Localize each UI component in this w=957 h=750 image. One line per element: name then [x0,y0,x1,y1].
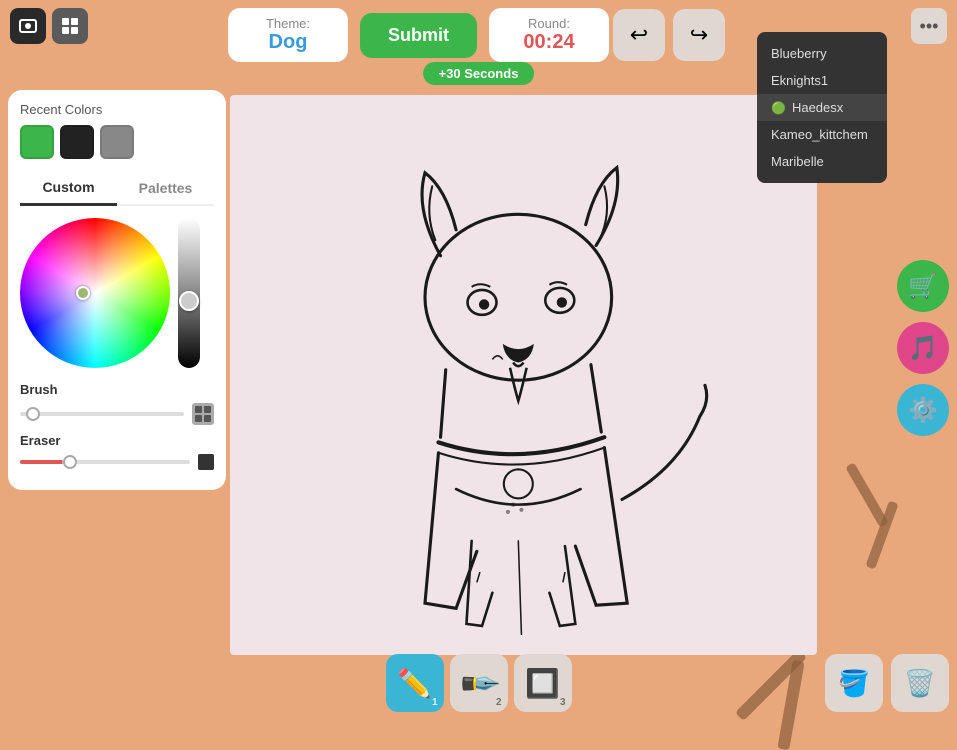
tool-number-1: 1 [432,697,438,708]
eraser-label: Eraser [20,433,214,448]
player-name: Kameo_kittchem [771,127,868,142]
round-value: 00:24 [509,31,589,54]
tab-custom[interactable]: Custom [20,171,117,206]
round-label: Round: [509,16,589,31]
tab-palettes[interactable]: Palettes [117,171,214,204]
player-name: Haedesx [792,100,843,115]
pen-icon: ✏️ [397,667,432,700]
tab-row: Custom Palettes [20,171,214,206]
brightness-slider[interactable] [178,218,200,368]
round-box: Round: 00:24 [489,8,609,62]
brush-label: Brush [20,382,214,397]
brush-section: Brush [20,382,214,425]
color-swatch-gray[interactable] [100,125,134,159]
trash-icon: 🗑️ [904,668,936,699]
theme-value: Dog [248,31,328,54]
list-item-active: 🟢 Haedesx [757,94,887,121]
pencil-tool-button[interactable]: ✒️ 2 [450,654,508,712]
list-item: Kameo_kittchem [757,121,887,148]
music-icon: 🎵 [908,334,938,363]
brightness-track[interactable] [178,218,200,368]
theme-label: Theme: [248,16,328,31]
color-wheel-container[interactable] [20,218,170,368]
color-cursor [76,286,90,300]
brush-size-slider[interactable] [20,412,184,416]
brightness-thumb [179,291,199,311]
color-swatches [20,125,214,159]
eraser-size-slider[interactable] [20,460,190,464]
eraser-tool-button[interactable]: 🔲 3 [514,654,572,712]
tool-number-2: 2 [496,697,502,708]
player-name: Eknights1 [771,73,828,88]
active-indicator-icon: 🟢 [771,101,786,115]
music-button[interactable]: 🎵 [897,322,949,374]
right-sidebar-buttons: 🛒 🎵 ⚙️ [897,260,949,436]
list-item: Blueberry [757,40,887,67]
undo-button[interactable]: ↩ [613,9,665,61]
submit-button[interactable]: Submit [360,13,477,58]
color-picker-area [20,218,214,368]
eraser-size-icon [198,454,214,470]
left-panel: Recent Colors Custom Palettes Brush [8,90,226,490]
pen-tool-button[interactable]: ✏️ 1 [386,654,444,712]
clear-canvas-button[interactable]: 🗑️ [891,654,949,712]
color-swatch-green[interactable] [20,125,54,159]
bottom-right-tools: 🪣 🗑️ [825,654,949,712]
recent-colors-label: Recent Colors [20,102,214,117]
brush-size-icon [192,403,214,425]
player-name: Maribelle [771,154,824,169]
drawing-canvas[interactable] [230,95,817,655]
color-swatch-black[interactable] [60,125,94,159]
plus-seconds-badge: +30 Seconds [423,62,535,85]
fill-button[interactable]: 🪣 [825,654,883,712]
color-wheel[interactable] [20,218,170,368]
shop-button[interactable]: 🛒 [897,260,949,312]
theme-box: Theme: Dog [228,8,348,62]
settings-button[interactable]: ⚙️ [897,384,949,436]
list-item: Eknights1 [757,67,887,94]
shopping-cart-icon: 🛒 [908,272,938,301]
bottom-toolbar: ✏️ 1 ✒️ 2 🔲 3 [386,654,572,712]
list-item: Maribelle [757,148,887,175]
tool-number-3: 3 [560,697,566,708]
player-list: Blueberry Eknights1 🟢 Haedesx Kameo_kitt… [757,32,887,183]
eraser-section: Eraser [20,433,214,470]
redo-button[interactable]: ↪ [673,9,725,61]
gear-icon: ⚙️ [908,396,938,425]
fill-bucket-icon: 🪣 [838,668,870,699]
eraser-icon: 🔲 [525,667,560,700]
player-name: Blueberry [771,46,827,61]
